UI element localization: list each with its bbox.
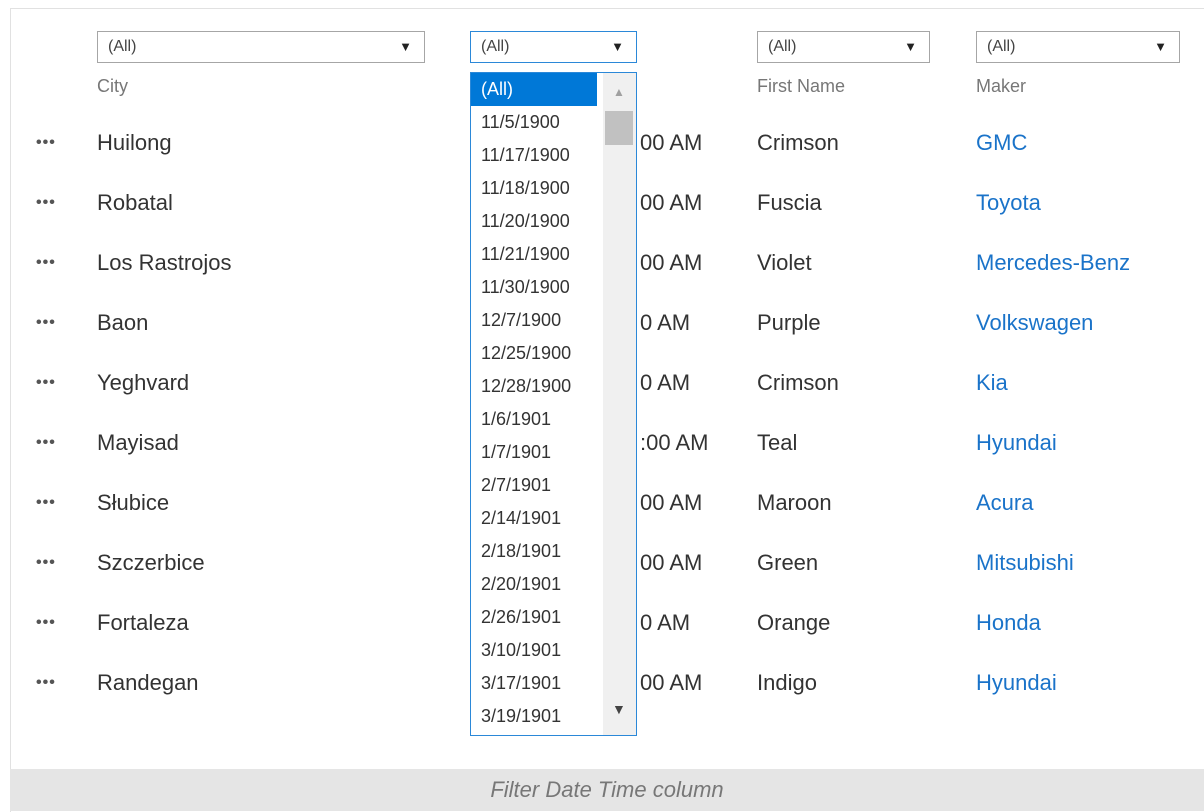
cell-datetime: 00 AM <box>640 490 703 515</box>
cell-city: Randegan <box>97 670 199 695</box>
cell-maker-link[interactable]: GMC <box>976 130 1027 156</box>
dropdown-scrollbar[interactable]: ▲ ▼ <box>603 73 636 735</box>
cell-first-name: Indigo <box>757 670 817 695</box>
cell-datetime: 0 AM <box>640 310 691 335</box>
ellipsis-icon[interactable]: ••• <box>36 494 56 512</box>
ellipsis-icon[interactable]: ••• <box>36 674 56 692</box>
ellipsis-icon[interactable]: ••• <box>36 134 56 152</box>
city-filter-value: (All) <box>108 38 137 55</box>
dropdown-option[interactable]: 11/5/1900 <box>471 106 597 139</box>
dropdown-option[interactable]: 3/10/1901 <box>471 634 597 667</box>
datetime-filter-dropdown[interactable]: (All) 11/5/1900 11/17/1900 11/18/1900 11/20/… <box>470 72 637 736</box>
ellipsis-icon[interactable]: ••• <box>36 314 56 332</box>
ellipsis-icon[interactable]: ••• <box>36 434 56 452</box>
cell-datetime: :00 AM <box>640 430 709 455</box>
cell-first-name: Violet <box>757 250 812 275</box>
chevron-down-icon: ▼ <box>611 39 624 54</box>
scroll-up-icon[interactable]: ▲ <box>613 85 625 99</box>
dropdown-option[interactable]: 2/18/1901 <box>471 535 597 568</box>
cell-first-name: Fuscia <box>757 190 822 215</box>
cell-city: Szczerbice <box>97 550 205 575</box>
ellipsis-icon[interactable]: ••• <box>36 614 56 632</box>
cell-first-name: Crimson <box>757 370 839 395</box>
cell-first-name: Crimson <box>757 130 839 155</box>
figure-caption: Filter Date Time column <box>10 769 1204 811</box>
column-header-maker[interactable]: Maker <box>976 76 1026 97</box>
scrollbar-thumb[interactable] <box>605 111 633 145</box>
cell-datetime: 00 AM <box>640 190 703 215</box>
dropdown-option[interactable]: 3/19/1901 <box>471 700 597 733</box>
dropdown-option[interactable]: 1/7/1901 <box>471 436 597 469</box>
cell-first-name: Purple <box>757 310 821 335</box>
dropdown-option[interactable]: 11/20/1900 <box>471 205 597 238</box>
dropdown-option[interactable]: 11/21/1900 <box>471 238 597 271</box>
dropdown-option[interactable]: 11/30/1900 <box>471 271 597 304</box>
cell-datetime: 0 AM <box>640 610 691 635</box>
cell-datetime: 00 AM <box>640 130 703 155</box>
cell-datetime: 00 AM <box>640 550 703 575</box>
ellipsis-icon[interactable]: ••• <box>36 254 56 272</box>
cell-maker-link[interactable]: Kia <box>976 370 1008 396</box>
column-header-city[interactable]: City <box>97 76 128 97</box>
dropdown-option[interactable]: 2/26/1901 <box>471 601 597 634</box>
cell-maker-link[interactable]: Toyota <box>976 190 1041 216</box>
scroll-down-icon[interactable]: ▼ <box>612 701 626 717</box>
dropdown-option[interactable]: 12/25/1900 <box>471 337 597 370</box>
cell-maker-link[interactable]: Mercedes-Benz <box>976 250 1130 276</box>
dropdown-option[interactable]: 2/20/1901 <box>471 568 597 601</box>
column-header-first-name[interactable]: First Name <box>757 76 845 97</box>
cell-datetime: 00 AM <box>640 250 703 275</box>
city-filter-select[interactable]: (All) ▼ <box>97 31 425 63</box>
cell-city: Baon <box>97 310 149 335</box>
dropdown-option[interactable]: 12/7/1900 <box>471 304 597 337</box>
maker-filter-value: (All) <box>987 38 1016 55</box>
cell-first-name: Maroon <box>757 490 832 515</box>
dropdown-option[interactable]: 2/14/1901 <box>471 502 597 535</box>
cell-city: Yeghvard <box>97 370 190 395</box>
cell-maker-link[interactable]: Hyundai <box>976 430 1057 456</box>
chevron-down-icon: ▼ <box>904 39 917 54</box>
cell-maker-link[interactable]: Mitsubishi <box>976 550 1074 576</box>
datetime-filter-value: (All) <box>481 38 510 55</box>
dropdown-option[interactable]: 3/17/1901 <box>471 667 597 700</box>
datetime-filter-select[interactable]: (All) ▼ <box>470 31 637 63</box>
cell-maker-link[interactable]: Hyundai <box>976 670 1057 696</box>
cell-first-name: Orange <box>757 610 831 635</box>
cell-maker-link[interactable]: Acura <box>976 490 1033 516</box>
chevron-down-icon: ▼ <box>1154 39 1167 54</box>
cell-maker-link[interactable]: Volkswagen <box>976 310 1093 336</box>
cell-city: Mayisad <box>97 430 179 455</box>
ellipsis-icon[interactable]: ••• <box>36 374 56 392</box>
firstname-filter-value: (All) <box>768 38 797 55</box>
cell-city: Los Rastrojos <box>97 250 232 275</box>
cell-first-name: Teal <box>757 430 798 455</box>
dropdown-option[interactable]: 2/7/1901 <box>471 469 597 502</box>
dropdown-option[interactable]: 1/6/1901 <box>471 403 597 436</box>
cell-datetime: 0 AM <box>640 370 691 395</box>
cell-city: Huilong <box>97 130 172 155</box>
cell-city: Słubice <box>97 490 170 515</box>
ellipsis-icon[interactable]: ••• <box>36 554 56 572</box>
cell-city: Fortaleza <box>97 610 189 635</box>
chevron-down-icon: ▼ <box>399 39 412 54</box>
dropdown-option[interactable]: 11/18/1900 <box>471 172 597 205</box>
ellipsis-icon[interactable]: ••• <box>36 194 56 212</box>
dropdown-option[interactable]: (All) <box>471 73 597 106</box>
maker-filter-select[interactable]: (All) ▼ <box>976 31 1180 63</box>
cell-city: Robatal <box>97 190 173 215</box>
dropdown-option[interactable]: 11/17/1900 <box>471 139 597 172</box>
cell-first-name: Green <box>757 550 819 575</box>
cell-maker-link[interactable]: Honda <box>976 610 1041 636</box>
firstname-filter-select[interactable]: (All) ▼ <box>757 31 930 63</box>
cell-datetime: 00 AM <box>640 670 703 695</box>
dropdown-option[interactable]: 12/28/1900 <box>471 370 597 403</box>
